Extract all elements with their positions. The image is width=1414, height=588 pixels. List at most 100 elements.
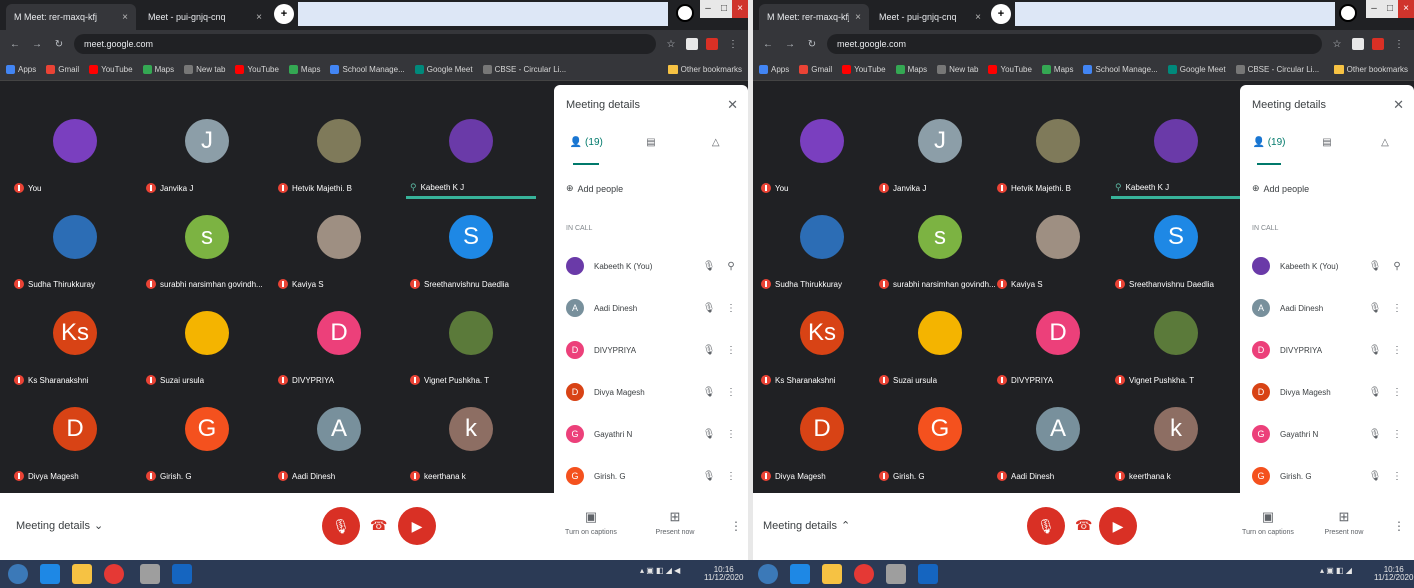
participant-tile[interactable]: J Janvika J <box>875 111 1005 201</box>
browser-tab-meet[interactable]: M Meet: rer-maxq-kfj × <box>6 4 136 30</box>
mic-off-icon[interactable]: 🎙 <box>1368 429 1382 440</box>
start-button-icon[interactable] <box>8 564 28 584</box>
forward-icon[interactable]: → <box>783 39 797 50</box>
bookmark[interactable]: CBSE - Circular Li... <box>482 64 566 74</box>
more-options-icon[interactable]: ⋮ <box>730 519 742 533</box>
bookmark[interactable]: YouTube <box>89 64 133 74</box>
more-options-icon[interactable]: ⋮ <box>1393 519 1405 533</box>
participant-row[interactable]: D Divya Magesh 🎙 ⋮ <box>554 371 748 413</box>
mic-off-icon[interactable]: 🎙 <box>702 261 716 272</box>
bookmark[interactable]: Google Meet <box>1167 64 1226 74</box>
participant-tile[interactable]: Ks Ks Sharanakshni <box>757 303 887 393</box>
mic-off-icon[interactable]: 🎙 <box>702 303 716 314</box>
close-window-icon[interactable]: × <box>1398 0 1414 18</box>
captions-button[interactable]: ▣ Turn on captions <box>556 509 626 536</box>
participant-row[interactable]: G Gayathri N 🎙 ⋮ <box>554 413 748 455</box>
app-icon[interactable] <box>886 564 906 584</box>
more-vert-icon[interactable]: ⋮ <box>726 387 736 398</box>
clock[interactable]: 10:16 11/12/2020 <box>704 566 743 582</box>
ie-icon[interactable] <box>790 564 810 584</box>
participant-row[interactable]: A Aadi Dinesh 🎙 ⋮ <box>1240 287 1414 329</box>
mic-off-icon[interactable]: 🎙 <box>1368 303 1382 314</box>
participant-tile[interactable]: D DIVYPRIYA <box>274 303 404 393</box>
mic-off-icon[interactable]: 🎙 <box>1368 345 1382 356</box>
tab-people[interactable]: 👤 (19) <box>554 137 619 165</box>
participant-row[interactable]: A Aadi Dinesh 🎙 ⋮ <box>554 287 748 329</box>
participant-tile[interactable]: J Janvika J <box>142 111 272 201</box>
participant-tile[interactable]: k keerthana k <box>406 399 536 489</box>
add-people-button[interactable]: ⊕ Add people <box>566 183 623 194</box>
bookmark[interactable]: YouTube <box>988 64 1032 74</box>
participant-tile[interactable]: Vignet Pushkha. T <box>1111 303 1241 393</box>
menu-icon[interactable]: ⋮ <box>1392 39 1406 50</box>
meeting-details-button[interactable]: Meeting details ⌄ <box>16 519 103 533</box>
browser-tab-meet-2[interactable]: Meet - pui-gnjq-cnq × <box>140 4 270 30</box>
new-tab-button[interactable]: + <box>274 4 294 24</box>
system-tray-icons[interactable]: ▴ ▣ ◧ ◢ ◀ <box>640 566 680 575</box>
participant-tile[interactable]: Sudha Thirukkuray <box>10 207 140 297</box>
more-vert-icon[interactable]: ⋮ <box>1392 345 1402 356</box>
captions-button[interactable]: ▣ Turn on captions <box>1233 509 1303 536</box>
word-icon[interactable] <box>918 564 938 584</box>
tab-chat[interactable]: ▤ <box>619 137 684 165</box>
profile-circle-icon[interactable] <box>1339 4 1357 22</box>
bookmark[interactable]: YouTube <box>842 64 886 74</box>
participant-tile[interactable]: D DIVYPRIYA <box>993 303 1123 393</box>
bookmark[interactable]: CBSE - Circular Li... <box>1235 64 1319 74</box>
other-bookmarks[interactable]: Other bookmarks <box>667 64 742 74</box>
chrome-icon[interactable] <box>104 564 124 584</box>
mic-off-icon[interactable]: 🎙 <box>702 471 716 482</box>
close-icon[interactable]: ✕ <box>1393 97 1404 113</box>
close-tab-icon[interactable]: × <box>256 12 262 23</box>
participant-tile[interactable]: s surabhi narsimhan govindh... <box>142 207 272 297</box>
participant-row[interactable]: D DIVYPRIYA 🎙 ⋮ <box>1240 329 1414 371</box>
reload-icon[interactable]: ↻ <box>805 39 819 50</box>
participant-tile[interactable]: A Aadi Dinesh <box>993 399 1123 489</box>
participant-tile[interactable]: Sudha Thirukkuray <box>757 207 887 297</box>
more-vert-icon[interactable]: ⋮ <box>726 345 736 356</box>
bookmark[interactable]: School Manage... <box>1083 64 1158 74</box>
add-people-button[interactable]: ⊕ Add people <box>1252 183 1309 194</box>
participant-row[interactable]: D DIVYPRIYA 🎙 ⋮ <box>554 329 748 371</box>
mic-toggle-button[interactable]: 🎙 <box>322 507 360 545</box>
bookmark[interactable]: YouTube <box>235 64 279 74</box>
participant-tile[interactable]: Kaviya S <box>993 207 1123 297</box>
tab-activities[interactable]: △ <box>683 137 748 165</box>
participant-row[interactable]: G Gayathri N 🎙 ⋮ <box>1240 413 1414 455</box>
bookmark[interactable]: Apps <box>759 64 789 74</box>
minimize-icon[interactable]: – <box>700 0 716 18</box>
minimize-icon[interactable]: – <box>1366 0 1382 18</box>
bookmark[interactable]: Maps <box>1041 64 1073 74</box>
participant-tile[interactable]: Vignet Pushkha. T <box>406 303 536 393</box>
maximize-icon[interactable]: □ <box>716 0 732 18</box>
bookmark-star-icon[interactable]: ☆ <box>664 39 678 50</box>
bookmark[interactable]: School Manage... <box>330 64 405 74</box>
bookmark[interactable]: Maps <box>142 64 174 74</box>
extension-icon[interactable] <box>1372 38 1384 50</box>
participant-tile[interactable]: Kaviya S <box>274 207 404 297</box>
extension-icon[interactable] <box>706 38 718 50</box>
present-button[interactable]: ⊞ Present now <box>1309 509 1379 536</box>
menu-icon[interactable]: ⋮ <box>726 39 740 50</box>
participant-tile[interactable]: s surabhi narsimhan govindh... <box>875 207 1005 297</box>
system-tray-icons[interactable]: ▴ ▣ ◧ ◢ <box>1320 566 1352 575</box>
camera-toggle-button[interactable]: ▶ <box>398 507 436 545</box>
close-window-icon[interactable]: × <box>732 0 748 18</box>
more-vert-icon[interactable]: ⋮ <box>726 471 736 482</box>
new-tab-button[interactable]: + <box>991 4 1011 24</box>
more-vert-icon[interactable]: ⋮ <box>1392 387 1402 398</box>
mic-off-icon[interactable]: 🎙 <box>702 387 716 398</box>
tab-people[interactable]: 👤 (19) <box>1240 137 1298 165</box>
camera-toggle-button[interactable]: ▶ <box>1099 507 1137 545</box>
present-button[interactable]: ⊞ Present now <box>640 509 710 536</box>
profile-circle-icon[interactable] <box>676 4 694 22</box>
hangup-button[interactable]: ☎ <box>370 517 387 534</box>
bookmark[interactable]: Apps <box>6 64 36 74</box>
participant-tile[interactable]: Ks Ks Sharanakshni <box>10 303 140 393</box>
tab-chat[interactable]: ▤ <box>1298 137 1356 165</box>
back-icon[interactable]: ← <box>761 39 775 50</box>
participant-tile[interactable]: A Aadi Dinesh <box>274 399 404 489</box>
pin-icon[interactable]: ⚲ <box>726 261 736 272</box>
pin-icon[interactable]: ⚲ <box>1392 261 1402 272</box>
participant-tile[interactable]: ⚲ Kabeeth K J <box>1111 111 1241 201</box>
